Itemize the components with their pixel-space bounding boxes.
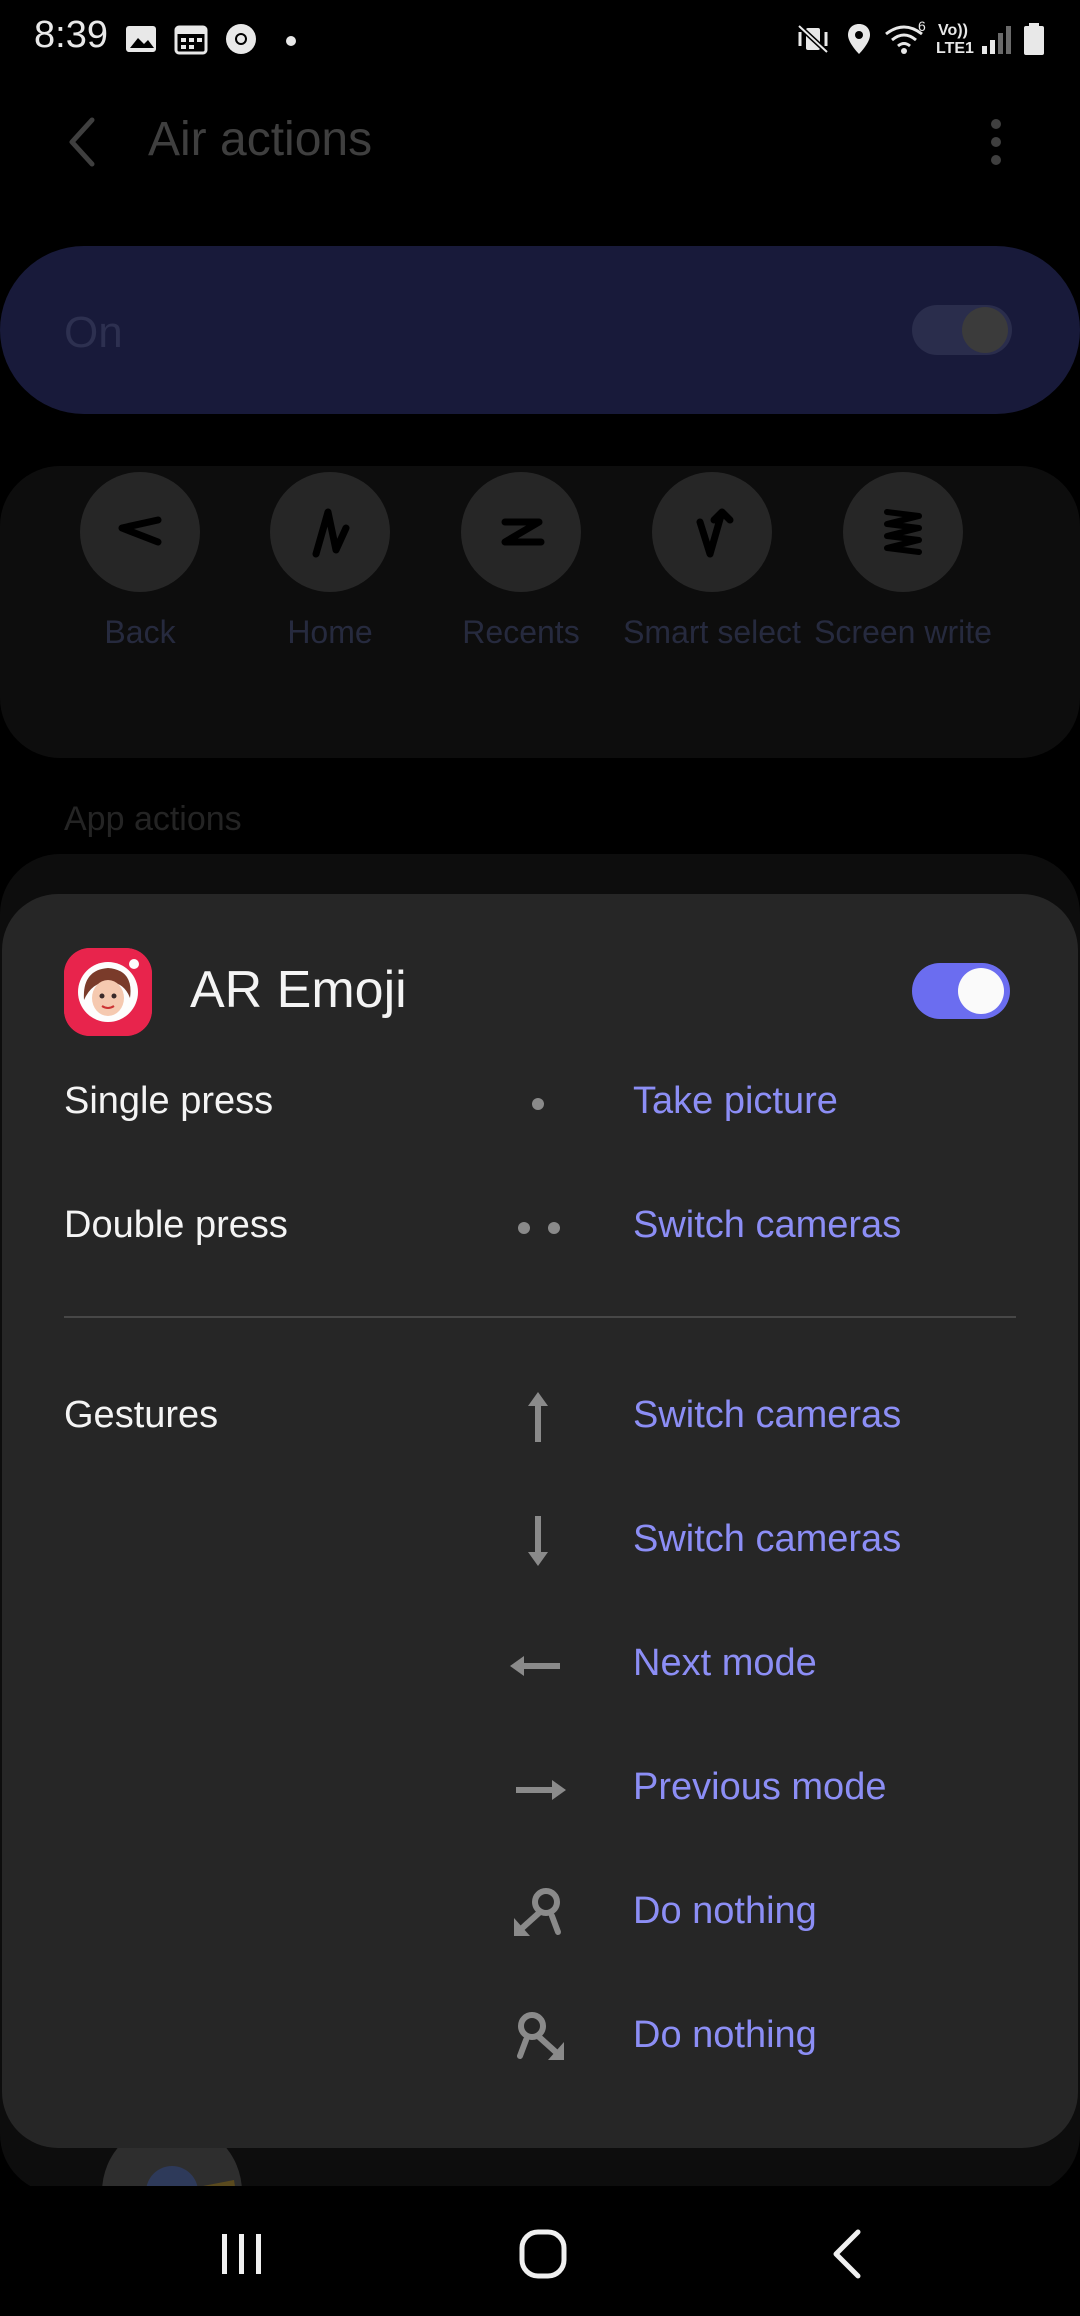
arrow-up-icon [528, 1392, 548, 1442]
more-notifications-dot [286, 36, 296, 46]
chrome-notification-icon [226, 24, 256, 54]
double-press-action[interactable]: Switch cameras [633, 1204, 901, 1247]
status-time: 8:39 [34, 14, 108, 56]
divider [64, 1316, 1016, 1318]
gesture-circle-left-action[interactable]: Do nothing [633, 1890, 817, 1933]
arrow-left-icon [510, 1656, 560, 1676]
gesture-item-smart-select[interactable] [652, 472, 772, 592]
gesture-left-action[interactable]: Next mode [633, 1642, 817, 1685]
lte-label: LTE1 [936, 40, 974, 57]
calendar-notification-icon [174, 25, 208, 55]
single-press-action[interactable]: Take picture [633, 1080, 838, 1123]
gesture-label-home: Home [287, 614, 373, 650]
more-options-icon[interactable] [986, 116, 1006, 168]
mute-vibrate-icon [797, 24, 829, 54]
home-nav-icon[interactable] [514, 2226, 574, 2282]
back-gesture-icon [118, 516, 162, 546]
gesture-down-action[interactable]: Switch cameras [633, 1518, 901, 1561]
gesture-label-recents: Recents [462, 614, 580, 650]
gesture-label-screen-write: Screen write [814, 614, 992, 650]
back-arrow-icon[interactable] [60, 112, 104, 172]
gesture-right-action[interactable]: Previous mode [633, 1766, 886, 1809]
gesture-item-recents[interactable] [461, 472, 581, 592]
page-title: Air actions [148, 113, 373, 166]
gestures-label: Gestures [64, 1394, 219, 1436]
circle-left-gesture-icon [514, 1888, 561, 1936]
app-action-toggle[interactable] [912, 963, 1010, 1019]
gallery-notification-icon [126, 26, 156, 52]
gesture-circle-right-action[interactable]: Do nothing [633, 2014, 817, 2057]
signal-icon [982, 26, 1011, 54]
home-gesture-icon [312, 508, 350, 558]
location-icon [848, 24, 870, 54]
single-press-dot-icon [532, 1098, 544, 1110]
master-switch-label: On [64, 308, 123, 357]
master-switch-toggle[interactable] [912, 305, 1012, 355]
battery-icon [1024, 23, 1044, 55]
gesture-item-screen-write[interactable] [843, 472, 963, 592]
back-nav-icon[interactable] [818, 2226, 878, 2282]
gesture-label-back: Back [104, 614, 176, 650]
section-header-app-actions: App actions [64, 800, 242, 838]
screen-write-gesture-icon [884, 509, 922, 555]
wifi-number: 6 [918, 18, 926, 34]
double-press-dots-icon [518, 1222, 560, 1234]
app-name: AR Emoji [190, 961, 407, 1019]
recents-nav-icon[interactable] [212, 2226, 272, 2282]
recents-gesture-icon [501, 518, 545, 546]
gesture-up-action[interactable]: Switch cameras [633, 1394, 901, 1437]
single-press-label: Single press [64, 1080, 274, 1122]
status-bar: 8:39 6 Vo)) LTE1 [0, 0, 1080, 80]
arrow-right-icon [516, 1780, 566, 1800]
arrow-down-icon [528, 1516, 548, 1566]
circle-right-gesture-icon [517, 2012, 564, 2060]
gesture-label-smart-select: Smart select [623, 614, 801, 650]
gesture-item-home[interactable] [270, 472, 390, 592]
smart-select-gesture-icon [696, 508, 734, 558]
gesture-item-back[interactable] [80, 472, 200, 592]
double-press-label: Double press [64, 1204, 288, 1246]
volte-label: Vo)) [938, 22, 968, 39]
ar-emoji-app-icon [64, 948, 152, 1036]
